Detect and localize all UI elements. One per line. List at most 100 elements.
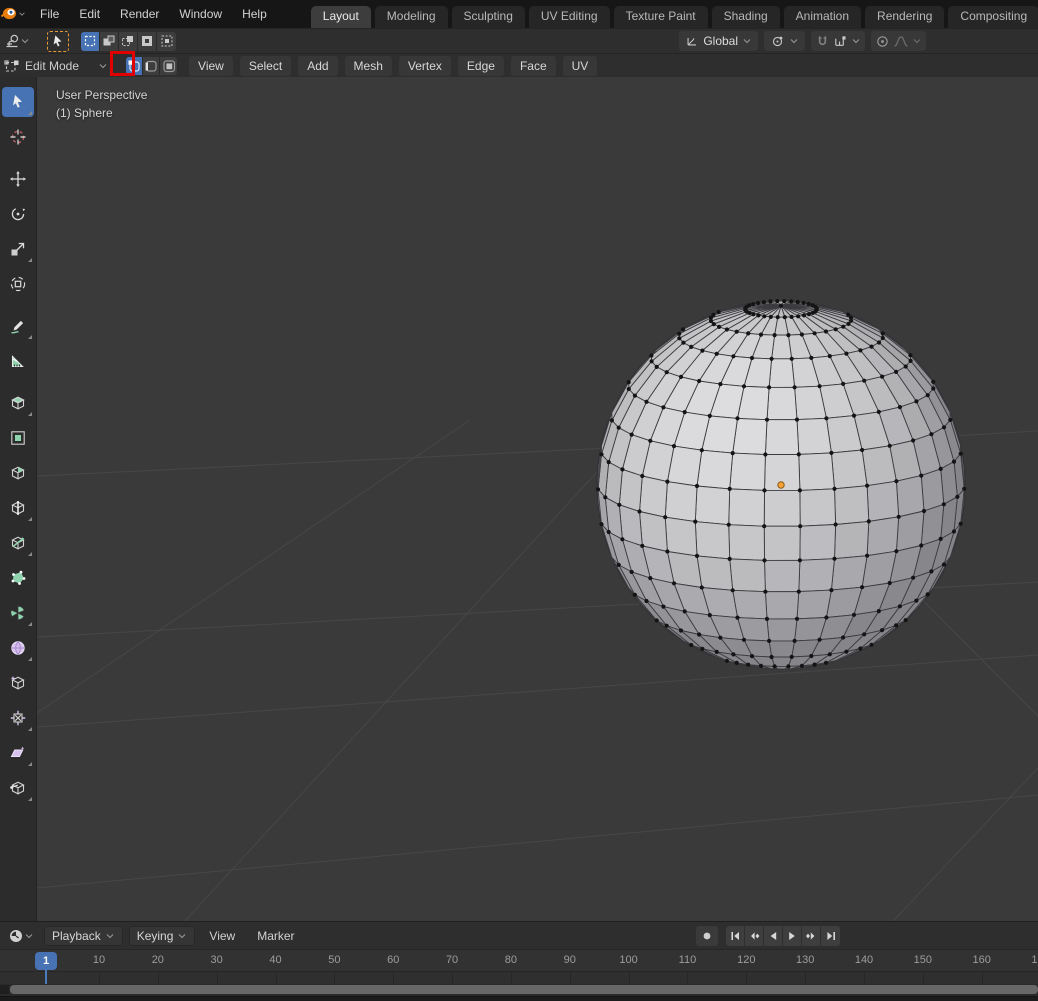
vertex-select-button[interactable] xyxy=(126,56,144,75)
mesh-vertex[interactable] xyxy=(792,385,797,390)
mesh-vertex[interactable] xyxy=(833,327,838,332)
mesh-vertex[interactable] xyxy=(678,628,684,633)
mesh-vertex[interactable] xyxy=(903,618,908,623)
tool-rotate-button[interactable] xyxy=(2,199,34,229)
mesh-vertex[interactable] xyxy=(644,399,649,404)
blender-logo-icon[interactable] xyxy=(0,5,26,23)
mesh-vertex[interactable] xyxy=(756,313,761,318)
mesh-vertex[interactable] xyxy=(762,488,767,493)
mesh-vertex[interactable] xyxy=(762,524,767,529)
mesh-vertex[interactable] xyxy=(880,331,885,336)
mesh-vertex[interactable] xyxy=(948,417,953,422)
jump-to-start-button[interactable] xyxy=(726,925,745,946)
mesh-vertex[interactable] xyxy=(841,635,846,640)
tab-shading[interactable]: Shading xyxy=(711,6,780,28)
mesh-vertex[interactable] xyxy=(768,314,773,319)
mesh-vertex[interactable] xyxy=(767,385,772,390)
tool-spin-button[interactable] xyxy=(2,598,34,628)
viewport-3d[interactable]: User Perspective (1) Sphere xyxy=(37,77,1038,921)
mesh-vertex[interactable] xyxy=(606,529,611,535)
mesh-vertex[interactable] xyxy=(758,332,764,337)
tool-transform-button[interactable] xyxy=(2,269,34,299)
mesh-vertex[interactable] xyxy=(762,558,767,563)
mesh-vertex[interactable] xyxy=(626,386,631,392)
mesh-vertex[interactable] xyxy=(764,417,770,422)
mesh-vertex[interactable] xyxy=(616,562,621,567)
mesh-vertex[interactable] xyxy=(786,664,791,669)
viewport-menu-add[interactable]: Add xyxy=(298,55,338,76)
mesh-vertex[interactable] xyxy=(797,488,803,493)
mesh-vertex[interactable] xyxy=(606,460,611,465)
timeline-playback-dropdown[interactable]: Playback xyxy=(44,925,123,946)
chevron-down-icon[interactable] xyxy=(851,36,861,46)
mesh-vertex[interactable] xyxy=(746,331,751,336)
mesh-vertex[interactable] xyxy=(941,562,947,567)
tool-shear-button[interactable] xyxy=(2,738,34,768)
mesh-vertex[interactable] xyxy=(846,312,851,317)
mesh-vertex[interactable] xyxy=(689,344,694,349)
mesh-vertex[interactable] xyxy=(677,336,682,341)
mesh-vertex[interactable] xyxy=(694,483,700,489)
mesh-vertex[interactable] xyxy=(823,329,829,334)
tab-layout[interactable]: Layout xyxy=(310,6,371,28)
mesh-vertex[interactable] xyxy=(810,310,815,315)
mesh-vertex[interactable] xyxy=(700,646,705,651)
mesh-vertex[interactable] xyxy=(617,502,622,507)
menu-edit[interactable]: Edit xyxy=(69,3,110,25)
mesh-vertex[interactable] xyxy=(951,529,957,534)
timeline-menu-view[interactable]: View xyxy=(201,926,243,946)
mesh-vertex[interactable] xyxy=(794,616,800,621)
mesh-vertex[interactable] xyxy=(682,609,687,614)
mesh-vertex[interactable] xyxy=(876,340,882,345)
mesh-vertex[interactable] xyxy=(763,589,768,594)
mesh-vertex[interactable] xyxy=(858,348,863,353)
mesh-vertex[interactable] xyxy=(931,386,936,391)
mesh-vertex[interactable] xyxy=(844,649,849,654)
auto-keying-record-button[interactable] xyxy=(696,925,718,946)
mesh-vertex[interactable] xyxy=(734,329,739,334)
tool-poly-build-button[interactable] xyxy=(2,563,34,593)
next-keyframe-button[interactable] xyxy=(802,925,821,946)
mesh-vertex[interactable] xyxy=(931,379,936,384)
mesh-vertex[interactable] xyxy=(775,315,780,320)
mesh-vertex[interactable] xyxy=(876,609,881,614)
mesh-vertex[interactable] xyxy=(677,331,682,336)
mesh-vertex[interactable] xyxy=(629,569,634,574)
mesh-vertex[interactable] xyxy=(801,313,807,318)
mesh-vertex[interactable] xyxy=(726,522,731,527)
mesh-vertex[interactable] xyxy=(714,351,719,356)
tool-bevel-button[interactable] xyxy=(2,458,34,488)
mesh-vertex[interactable] xyxy=(664,370,669,375)
mesh-vertex[interactable] xyxy=(894,369,899,374)
tab-rendering[interactable]: Rendering xyxy=(865,6,945,28)
mesh-vertex[interactable] xyxy=(908,358,913,363)
pivot-point-dropdown[interactable] xyxy=(764,31,805,51)
mesh-vertex[interactable] xyxy=(929,432,934,437)
mesh-vertex[interactable] xyxy=(758,663,764,668)
mesh-vertex[interactable] xyxy=(697,378,702,384)
mesh-vertex[interactable] xyxy=(769,356,774,361)
mesh-vertex[interactable] xyxy=(661,604,666,609)
mesh-vertex[interactable] xyxy=(824,615,829,620)
mesh-vertex[interactable] xyxy=(829,588,834,593)
mesh-vertex[interactable] xyxy=(724,658,730,663)
mesh-vertex[interactable] xyxy=(649,359,654,364)
mesh-vertex[interactable] xyxy=(962,486,967,491)
mesh-vertex[interactable] xyxy=(731,354,736,359)
mesh-vertex[interactable] xyxy=(649,353,654,358)
mesh-vertex[interactable] xyxy=(880,374,885,379)
timeline-editor-selector[interactable] xyxy=(4,925,36,946)
mesh-vertex[interactable] xyxy=(661,405,666,410)
mesh-vertex[interactable] xyxy=(806,312,812,317)
mesh-vertex[interactable] xyxy=(862,378,867,383)
mesh-vertex[interactable] xyxy=(794,417,800,422)
tool-extrude-region-button[interactable] xyxy=(2,388,34,418)
mesh-vertex[interactable] xyxy=(629,432,634,437)
tool-tweak-button[interactable] xyxy=(2,87,34,117)
mesh-vertex[interactable] xyxy=(880,335,885,341)
mesh-vertex[interactable] xyxy=(795,299,800,305)
mesh-vertex[interactable] xyxy=(887,443,892,448)
mesh-vertex[interactable] xyxy=(958,451,963,456)
tab-animation[interactable]: Animation xyxy=(783,6,862,28)
mesh-vertex[interactable] xyxy=(730,451,735,456)
